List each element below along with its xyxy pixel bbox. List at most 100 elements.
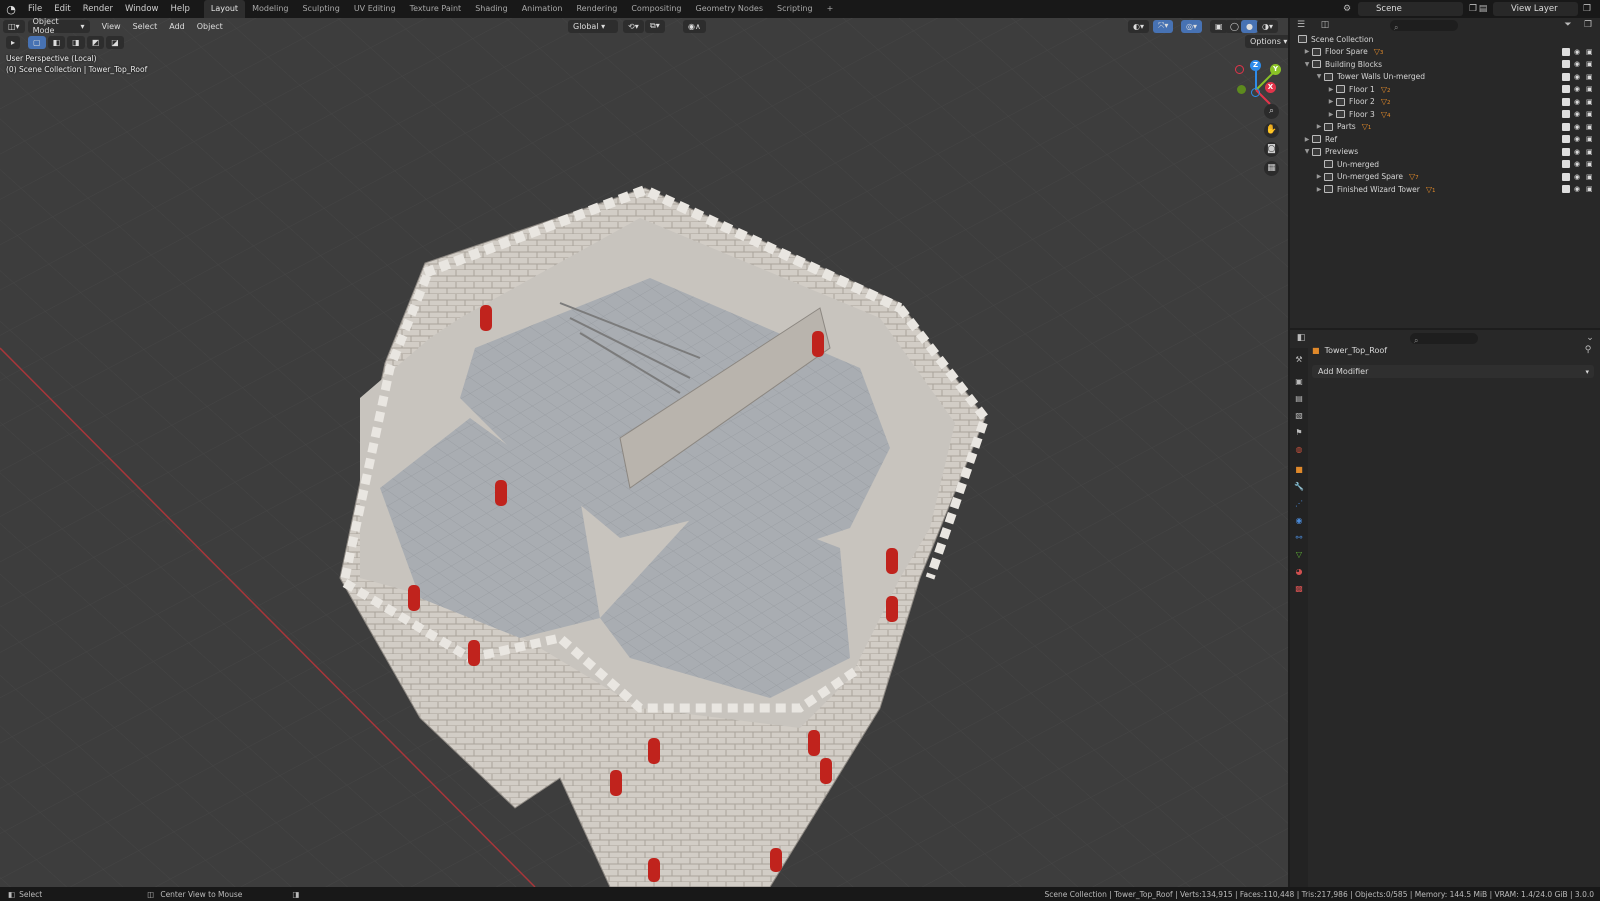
- expand-arrow-icon[interactable]: ▶: [1326, 111, 1336, 118]
- gizmo-neg-y[interactable]: [1237, 85, 1246, 94]
- camera-icon[interactable]: ▣: [1586, 173, 1594, 181]
- gizmo-neg-x[interactable]: [1235, 65, 1244, 74]
- outliner-row[interactable]: ▶ Floor 3 ▽4 ◉ ▣: [1290, 108, 1600, 121]
- expand-arrow-icon[interactable]: ▶: [1314, 173, 1324, 180]
- eye-icon[interactable]: ◉: [1574, 123, 1582, 131]
- outliner-editor-icon[interactable]: ☰: [1296, 20, 1306, 30]
- outliner-row[interactable]: Un-merged ◉ ▣: [1290, 158, 1600, 171]
- mesh-count-badge[interactable]: ▽2: [1381, 97, 1391, 106]
- outliner-row[interactable]: ▶ Ref ◉ ▣: [1290, 133, 1600, 146]
- mesh-count-badge[interactable]: ▽4: [1381, 110, 1391, 119]
- tool-settings-icon[interactable]: ▸: [6, 36, 21, 49]
- tab-layout[interactable]: Layout: [203, 0, 246, 18]
- properties-search-input[interactable]: ⌕: [1410, 332, 1478, 345]
- eye-icon[interactable]: ◉: [1574, 85, 1582, 93]
- editor-type-icon[interactable]: ◫▾: [3, 19, 25, 33]
- physics-tab-icon[interactable]: ◉: [1294, 516, 1304, 526]
- include-checkbox[interactable]: [1562, 122, 1570, 131]
- eye-icon[interactable]: ◉: [1574, 60, 1582, 68]
- tab-texture-paint[interactable]: Texture Paint: [403, 0, 469, 18]
- tab-modeling[interactable]: Modeling: [245, 0, 295, 18]
- 3d-viewport[interactable]: ◫▾ Object Mode ▾ View Select Add Object …: [0, 18, 1288, 887]
- camera-icon[interactable]: ▣: [1586, 185, 1594, 193]
- select-invert-icon[interactable]: ◩: [86, 36, 105, 49]
- view-layer-tab-icon[interactable]: ▧: [1294, 411, 1304, 421]
- select-subtract-icon[interactable]: ◨: [67, 36, 85, 49]
- display-mode-icon[interactable]: ◫: [1320, 20, 1330, 30]
- add-workspace-icon[interactable]: +: [820, 0, 841, 18]
- outliner-row[interactable]: ▼ Building Blocks ◉ ▣: [1290, 58, 1600, 71]
- camera-icon[interactable]: ▣: [1586, 148, 1594, 156]
- expand-arrow-icon[interactable]: ▼: [1302, 61, 1312, 68]
- pan-hand-icon[interactable]: ✋: [1264, 123, 1279, 138]
- gizmo-toggle-icon[interactable]: ⤧▾: [1153, 19, 1174, 33]
- gizmo-neg-z[interactable]: [1251, 88, 1260, 97]
- menu-view[interactable]: View: [96, 22, 127, 31]
- solid-shading-icon[interactable]: ●: [1241, 19, 1258, 33]
- menu-object[interactable]: Object: [191, 22, 229, 31]
- camera-icon[interactable]: ▣: [1586, 98, 1594, 106]
- proportional-edit-icon[interactable]: ◉∧: [683, 19, 706, 33]
- data-tab-icon[interactable]: ▽: [1294, 550, 1304, 560]
- tab-compositing[interactable]: Compositing: [624, 0, 688, 18]
- include-checkbox[interactable]: [1562, 85, 1570, 94]
- tab-rendering[interactable]: Rendering: [569, 0, 624, 18]
- pivot-icon[interactable]: ⟲▾: [623, 19, 644, 33]
- camera-icon[interactable]: ▣: [1586, 48, 1594, 56]
- pin-icon[interactable]: ⚲: [1583, 345, 1593, 355]
- select-intersect-icon[interactable]: ◪: [106, 36, 124, 49]
- world-tab-icon[interactable]: ◍: [1294, 445, 1304, 455]
- new-view-layer-icon[interactable]: ❐: [1582, 4, 1592, 14]
- camera-icon[interactable]: ▣: [1586, 123, 1594, 131]
- eye-icon[interactable]: ◉: [1574, 110, 1582, 118]
- render-tab-icon[interactable]: ▣: [1294, 377, 1304, 387]
- include-checkbox[interactable]: [1562, 97, 1570, 106]
- expand-arrow-icon[interactable]: ▼: [1314, 73, 1324, 80]
- output-tab-icon[interactable]: ▤: [1294, 394, 1304, 404]
- eye-icon[interactable]: ◉: [1574, 160, 1582, 168]
- add-modifier-dropdown[interactable]: Add Modifier ▾: [1312, 365, 1594, 378]
- outliner-panel[interactable]: ☰ ◫ ⌕ ⏷ ❐ Scene Collection ▶ Floor Spare ▽…: [1290, 18, 1600, 328]
- snap-icon[interactable]: ⧉▾: [645, 19, 665, 33]
- camera-icon[interactable]: ▣: [1586, 85, 1594, 93]
- include-checkbox[interactable]: [1562, 135, 1570, 144]
- expand-arrow-icon[interactable]: ▶: [1314, 186, 1324, 193]
- camera-icon[interactable]: ▣: [1586, 60, 1594, 68]
- properties-panel[interactable]: ◧ ⌕ ⌄ ⚒ ▣ ▤ ▧ ⚑ ◍ ■ 🔧 ⋰ ◉ ⚯ ▽ ◕ ▩ ■ Towe…: [1290, 330, 1600, 887]
- mesh-count-badge[interactable]: ▽2: [1381, 85, 1391, 94]
- camera-icon[interactable]: ▣: [1586, 160, 1594, 168]
- menu-edit[interactable]: Edit: [48, 0, 76, 18]
- menu-render[interactable]: Render: [77, 0, 119, 18]
- scene-tab-icon[interactable]: ⚑: [1294, 428, 1304, 438]
- gizmo-y-axis[interactable]: Y: [1270, 64, 1281, 75]
- eye-icon[interactable]: ◉: [1574, 135, 1582, 143]
- expand-arrow-icon[interactable]: ▶: [1326, 86, 1336, 93]
- camera-icon[interactable]: ▣: [1586, 135, 1594, 143]
- outliner-row[interactable]: ▶ Floor 1 ▽2 ◉ ▣: [1290, 83, 1600, 96]
- include-checkbox[interactable]: [1562, 72, 1570, 81]
- eye-icon[interactable]: ◉: [1574, 185, 1582, 193]
- camera-icon[interactable]: ▣: [1586, 73, 1594, 81]
- outliner-row[interactable]: ▶ Finished Wizard Tower ▽1 ◉ ▣: [1290, 183, 1600, 196]
- ortho-grid-icon[interactable]: ▦: [1264, 161, 1279, 176]
- mesh-count-badge[interactable]: ▽1: [1426, 185, 1436, 194]
- view-layer-icon[interactable]: ▤: [1478, 4, 1488, 14]
- visibility-icon[interactable]: ◐▾: [1128, 19, 1149, 33]
- scene-icon[interactable]: ⚙: [1342, 4, 1352, 14]
- include-checkbox[interactable]: [1562, 185, 1570, 194]
- expand-arrow-icon[interactable]: ▶: [1302, 48, 1312, 55]
- tab-animation[interactable]: Animation: [515, 0, 570, 18]
- eye-icon[interactable]: ◉: [1574, 48, 1582, 56]
- include-checkbox[interactable]: [1562, 172, 1570, 181]
- outliner-row[interactable]: ▶ Floor Spare ▽3 ◉ ▣: [1290, 46, 1600, 59]
- eye-icon[interactable]: ◉: [1574, 148, 1582, 156]
- object-tab-icon[interactable]: ■: [1294, 465, 1304, 475]
- menu-file[interactable]: File: [22, 0, 48, 18]
- outliner-root[interactable]: Scene Collection: [1290, 33, 1600, 46]
- eye-icon[interactable]: ◉: [1574, 173, 1582, 181]
- constraints-tab-icon[interactable]: ⚯: [1294, 533, 1304, 543]
- select-new-icon[interactable]: ▢: [28, 36, 46, 49]
- select-extend-icon[interactable]: ◧: [47, 36, 66, 49]
- camera-view-icon[interactable]: ◙: [1264, 142, 1279, 157]
- scene-selector[interactable]: Scene: [1358, 2, 1463, 16]
